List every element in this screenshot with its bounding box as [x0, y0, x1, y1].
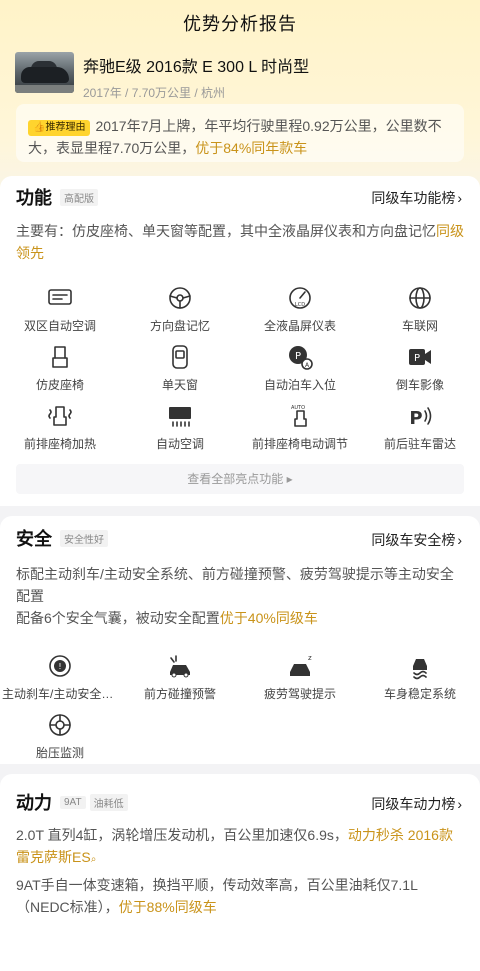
features-badge: 高配版: [60, 188, 98, 206]
auto-parking-icon: PA: [286, 343, 314, 371]
features-label: 前排座椅电动调节: [251, 437, 348, 451]
fatigue-warning-icon: z: [286, 652, 314, 680]
power-rank-link[interactable]: 同级车动力榜 ›: [371, 794, 462, 814]
svg-text:P: P: [295, 351, 301, 362]
chevron-right-icon: ›: [457, 190, 462, 206]
features-label: 单天窗: [161, 378, 198, 392]
features-item[interactable]: P A 自动泊车入位: [240, 343, 360, 402]
safety-label: 胎压监测: [35, 746, 84, 760]
steering-wheel-memory-icon: [166, 284, 194, 312]
chevron-right-icon: ›: [457, 532, 462, 548]
power-seat-icon: AUTO: [286, 402, 314, 430]
svg-text:LCD: LCD: [295, 302, 305, 308]
features-item[interactable]: 自动空调: [120, 402, 240, 461]
car-name: 奔驰E级 2016款 E 300 L 时尚型: [83, 59, 310, 76]
safety-label: 车身稳定系统: [383, 687, 456, 701]
safety-desc-2: 配备6个安全气囊，被动安全配置优于40%同级车: [16, 610, 318, 626]
dual-zone-ac-icon: [46, 284, 74, 312]
features-label: 自动空调: [155, 437, 204, 451]
features-label: 自动泊车入位: [263, 378, 336, 392]
car-meta: 2017年 / 7.70万公里 / 杭州: [83, 86, 226, 100]
chevron-right-icon: ›: [457, 796, 462, 812]
features-item[interactable]: 车联网: [360, 284, 480, 343]
safety-section: 安全 安全性好 同级车安全榜 › 标配主动刹车/主动安全系统、前方碰撞预警、疲劳驾…: [0, 516, 480, 764]
svg-text:z: z: [308, 654, 312, 662]
parking-radar-icon: P: [406, 402, 434, 430]
safety-title: 安全: [16, 529, 52, 549]
lcd-dashboard-icon: LCD: [286, 284, 314, 312]
svg-text:P: P: [409, 408, 422, 429]
auto-ac-icon: [166, 402, 194, 430]
svg-text:AUTO: AUTO: [291, 405, 305, 411]
features-item[interactable]: 双区自动空调: [0, 284, 120, 343]
reason-highlight: 优于84%同年款车: [195, 140, 308, 156]
features-item[interactable]: 单天窗: [120, 343, 240, 402]
stability-control-icon: [406, 652, 434, 680]
safety-rank-link[interactable]: 同级车安全榜 ›: [371, 530, 462, 550]
car-summary[interactable]: 奔驰E级 2016款 E 300 L 时尚型 2017年 / 7.70万公里 /…: [15, 52, 309, 101]
safety-grid: ! 主动刹车/主动安全系统 前方碰撞预警 z 疲劳驾驶提示 车身稳定系统胎压监测: [0, 652, 480, 770]
features-label: 前排座椅加热: [23, 437, 96, 451]
search-icon[interactable]: ⌕: [91, 854, 97, 865]
power-desc-2: 9AT手自一体变速箱，换挡平顺，传动效率高，百公里油耗仅7.1L（NEDC标准）…: [16, 877, 418, 915]
recommend-reason: 👍推荐理由 2017年7月上牌，年平均行驶里程0.92万公里，公里数不大，表显里程…: [16, 104, 464, 162]
features-label: 仿皮座椅: [35, 378, 84, 392]
see-all-features-button[interactable]: 查看全部亮点功能 ▸: [16, 464, 464, 494]
safety-desc-1: 标配主动刹车/主动安全系统、前方碰撞预警、疲劳驾驶提示等主动安全配置: [16, 566, 454, 604]
power-badge-9at: 9AT: [60, 795, 86, 809]
safety-item[interactable]: 胎压监测: [0, 711, 120, 770]
triangle-right-icon: ▸: [286, 472, 293, 486]
features-label: 方向盘记忆: [149, 319, 210, 333]
power-title: 动力: [16, 793, 52, 813]
features-item[interactable]: 方向盘记忆: [120, 284, 240, 343]
features-desc: 主要有：仿皮座椅、单天窗等配置，其中全液晶屏仪表和方向盘记忆同级领先: [16, 223, 464, 261]
page-title: 优势分析报告: [183, 14, 297, 34]
connected-car-icon: [406, 284, 434, 312]
leather-seat-icon: [46, 343, 74, 371]
features-item[interactable]: P 倒车影像: [360, 343, 480, 402]
safety-label: 前方碰撞预警: [143, 687, 216, 701]
features-rank-link[interactable]: 同级车功能榜 ›: [371, 188, 462, 208]
safety-label: 主动刹车/主动安全系统: [2, 687, 118, 701]
thumbs-up-icon: 👍: [33, 122, 46, 133]
power-badge-economy: 油耗低: [89, 793, 128, 811]
features-section: 功能 高配版 同级车功能榜 › 主要有：仿皮座椅、单天窗等配置，其中全液晶屏仪表和…: [0, 176, 480, 506]
features-label: 全液晶屏仪表: [263, 319, 336, 333]
car-thumbnail: [15, 52, 74, 93]
sunroof-icon: [166, 343, 194, 371]
safety-item[interactable]: ! 主动刹车/主动安全系统: [0, 652, 120, 711]
safety-badge: 安全性好: [60, 529, 108, 547]
power-section: 动力 9AT 油耗低 同级车动力榜 › 2.0T 直列4缸，涡轮增压发动机，百公里…: [0, 774, 480, 971]
rear-camera-icon: P: [406, 343, 434, 371]
features-item[interactable]: P 前后驻车雷达: [360, 402, 480, 461]
active-brake-icon: !: [46, 652, 74, 680]
power-desc-1: 2.0T 直列4缸，涡轮增压发动机，百公里加速仅6.9s，动力秒杀 2016款雷…: [16, 827, 453, 865]
features-label: 车联网: [401, 319, 438, 333]
features-item[interactable]: 仿皮座椅: [0, 343, 120, 402]
features-grid: 双区自动空调 方向盘记忆 LCD 全液晶屏仪表 车联网仿皮座椅 单天窗 P A 自动泊车入位 P 倒…: [0, 284, 480, 461]
seat-heating-icon: [46, 402, 74, 430]
features-label: 前后驻车雷达: [383, 437, 456, 451]
features-label: 双区自动空调: [23, 319, 96, 333]
features-item[interactable]: 前排座椅加热: [0, 402, 120, 461]
recommend-tag: 👍推荐理由: [28, 120, 91, 136]
safety-item[interactable]: 前方碰撞预警: [120, 652, 240, 711]
features-item[interactable]: AUTO 前排座椅电动调节: [240, 402, 360, 461]
safety-label: 疲劳驾驶提示: [263, 687, 336, 701]
features-label: 倒车影像: [395, 378, 444, 392]
svg-text:!: !: [58, 662, 61, 671]
svg-text:P: P: [414, 353, 420, 364]
features-item[interactable]: LCD 全液晶屏仪表: [240, 284, 360, 343]
tire-pressure-icon: [46, 711, 74, 739]
safety-item[interactable]: z 疲劳驾驶提示: [240, 652, 360, 711]
collision-warning-icon: [166, 652, 194, 680]
features-title: 功能: [16, 188, 52, 208]
safety-item[interactable]: 车身稳定系统: [360, 652, 480, 711]
